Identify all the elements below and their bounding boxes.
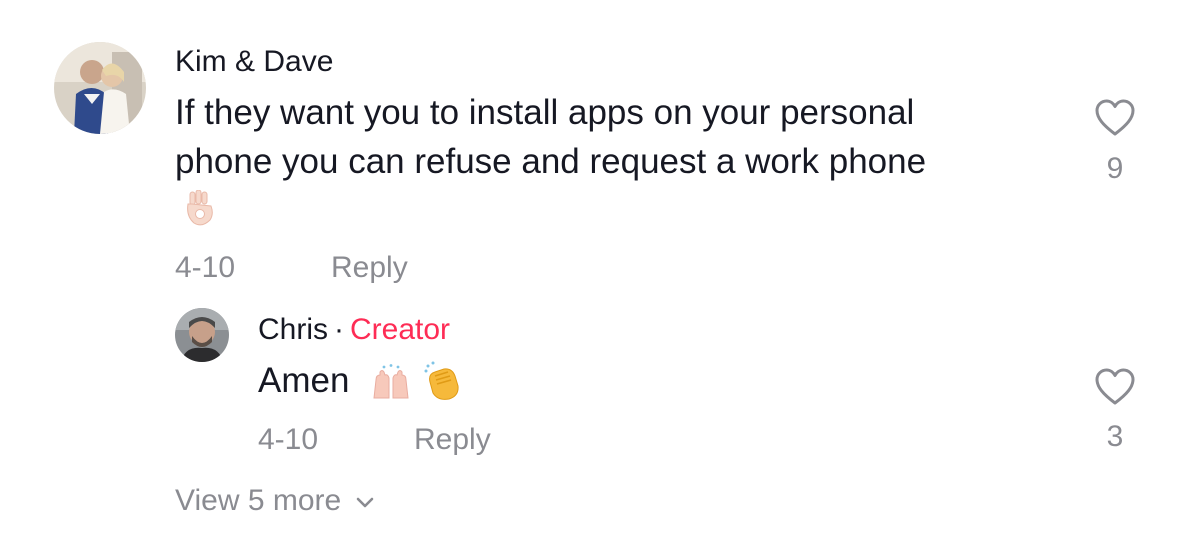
ok-hand-emoji-icon	[184, 189, 218, 226]
raising-hands-emoji-icon	[370, 364, 412, 400]
like-count: 9	[1106, 152, 1124, 185]
chevron-down-icon	[355, 484, 375, 518]
reply-date: 4-10	[258, 423, 319, 456]
creator-badge: Creator	[350, 313, 451, 346]
reply-like-count: 3	[1106, 420, 1124, 453]
clapping-hands-emoji-icon	[422, 360, 464, 402]
reply-avatar[interactable]	[175, 308, 229, 362]
like-button[interactable]	[1093, 98, 1137, 143]
reply-reply-button[interactable]: Reply	[414, 423, 491, 457]
reply-text: Amen	[258, 361, 350, 400]
view-more-replies-button[interactable]: View 5 more	[175, 484, 375, 518]
view-more-label: View 5 more	[175, 484, 342, 517]
reply-author[interactable]: Chris	[258, 313, 328, 346]
comment-date: 4-10	[175, 251, 236, 284]
comment-thread: Kim & Dave If they want you to install a…	[0, 0, 1200, 542]
heart-icon	[1093, 99, 1137, 142]
heart-icon	[1093, 368, 1137, 411]
avatar[interactable]	[54, 42, 146, 134]
comment-text-line-2: phone you can refuse and request a work …	[175, 142, 927, 181]
comment-author[interactable]: Kim & Dave	[175, 45, 333, 79]
reply-like-button[interactable]	[1093, 367, 1137, 412]
comment-text-line-1: If they want you to install apps on your…	[175, 93, 915, 132]
separator-dot: ·	[334, 313, 345, 346]
reply-author-line: Chris · Creator	[258, 313, 450, 347]
reply-button[interactable]: Reply	[331, 251, 408, 285]
